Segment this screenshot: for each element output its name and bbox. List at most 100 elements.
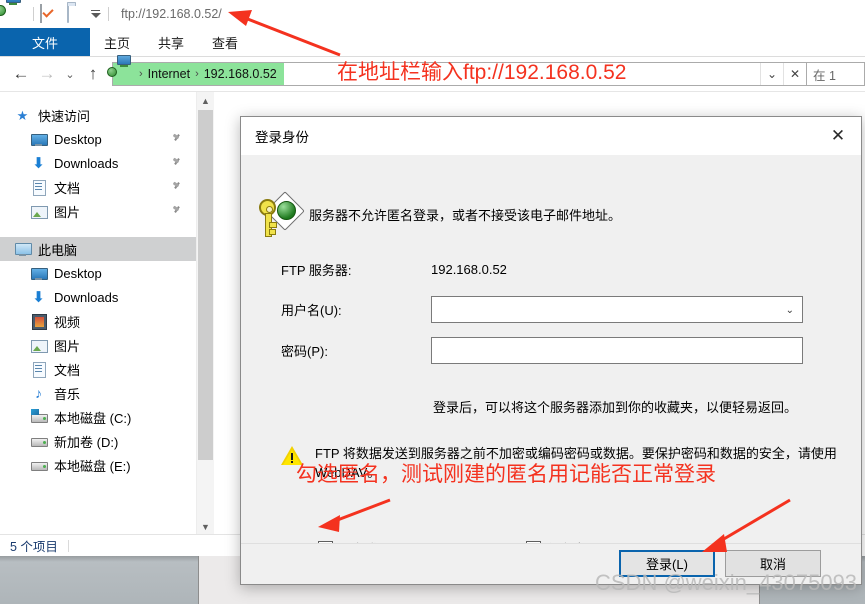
properties-checkbox-icon[interactable] — [40, 4, 58, 23]
pin-icon[interactable] — [172, 158, 182, 168]
sidebar-label: 快速访问 — [38, 108, 91, 124]
navigation-pane: ★ 快速访问 Desktop ⬇ Downloads 文档 图片 此电脑 Des… — [0, 92, 196, 535]
dialog-title-bar: 登录身份 ✕ — [241, 117, 861, 155]
sidebar-label: 文档 — [54, 180, 81, 196]
breadcrumb[interactable]: › Internet › 192.168.0.52 — [107, 54, 284, 85]
key-globe-icon — [255, 191, 305, 237]
sidebar-label: 此电脑 — [38, 242, 78, 258]
scroll-down-arrow-icon[interactable]: ▼ — [197, 518, 214, 535]
document-icon — [30, 361, 47, 378]
pin-icon[interactable] — [172, 182, 182, 192]
sidebar-item-music[interactable]: ♪ 音乐 — [0, 381, 196, 405]
system-drive-icon — [30, 408, 48, 426]
password-input[interactable] — [431, 337, 803, 364]
sidebar-item-documents[interactable]: 文档 — [0, 357, 196, 381]
sidebar-label: Downloads — [54, 289, 119, 305]
sidebar-item-pictures-qa[interactable]: 图片 — [0, 199, 196, 223]
monitor-icon — [30, 265, 48, 282]
navigation-pane-scrollbar[interactable]: ▲ ▼ — [196, 92, 214, 535]
back-arrow-icon[interactable]: ← — [8, 61, 34, 87]
breadcrumb-item-internet[interactable]: Internet — [145, 67, 193, 81]
warning-triangle-icon — [281, 446, 303, 466]
dialog-body: 服务器不允许匿名登录，或者不接受该电子邮件地址。 FTP 服务器: 192.16… — [241, 155, 861, 557]
sidebar-item-drive-c[interactable]: 本地磁盘 (C:) — [0, 405, 196, 429]
pin-icon[interactable] — [172, 134, 182, 144]
close-icon[interactable]: ✕ — [815, 117, 861, 155]
music-note-icon: ♪ — [35, 384, 42, 401]
navigation-bar: ← → ⌄ ↑ › Internet › 192.168.0.52 ⌄ ✕ 在 … — [0, 54, 865, 91]
window-path-title: ftp://192.168.0.52/ — [121, 7, 222, 21]
ftp-server-row: FTP 服务器: 192.168.0.52 — [281, 260, 841, 279]
sidebar-label: Desktop — [54, 131, 102, 147]
sidebar-label: 图片 — [54, 338, 81, 354]
drive-icon — [30, 457, 48, 474]
warning-row: FTP 将数据发送到服务器之前不加密或编码密码或数据。要保护密码和数据的安全，请… — [281, 444, 847, 482]
monitor-icon — [30, 131, 48, 148]
dialog-message-text: 服务器不允许匿名登录，或者不接受该电子邮件地址。 — [309, 208, 622, 223]
sidebar-label: 本地磁盘 (C:) — [54, 410, 132, 426]
breadcrumb-separator-2: › — [195, 68, 199, 80]
chevron-down-icon[interactable]: ⌄ — [786, 305, 794, 316]
sidebar-label: Desktop — [54, 265, 102, 281]
document-icon — [30, 179, 47, 196]
breadcrumb-separator-1: › — [139, 68, 143, 80]
username-input[interactable]: ⌄ — [431, 296, 803, 323]
address-bar[interactable]: › Internet › 192.168.0.52 ⌄ ✕ — [107, 54, 807, 86]
titlebar-divider-2 — [108, 7, 109, 21]
scroll-up-arrow-icon[interactable]: ▲ — [197, 92, 214, 109]
up-arrow-icon[interactable]: ↑ — [80, 61, 106, 87]
ftp-login-dialog: 登录身份 ✕ 服务器不允许匿名登录，或者不接受该电子邮件地址。 FTP 服务器:… — [240, 116, 862, 585]
forward-arrow-icon[interactable]: → — [34, 61, 60, 87]
screenshot-root: ftp://192.168.0.52/ 文件 主页 共享 查看 ← → ⌄ ↑ — [0, 0, 865, 604]
video-icon — [30, 313, 47, 330]
username-label: 用户名(U): — [281, 300, 431, 319]
address-dropdown-icon[interactable]: ⌄ — [760, 63, 783, 85]
sidebar-item-pictures[interactable]: 图片 — [0, 333, 196, 357]
password-label: 密码(P): — [281, 344, 328, 359]
star-pin-icon: ★ — [16, 107, 29, 123]
titlebar-divider-1 — [33, 7, 34, 21]
tab-file[interactable]: 文件 — [0, 28, 90, 56]
sidebar-item-drive-d[interactable]: 新加卷 (D:) — [0, 429, 196, 453]
sidebar-label: 图片 — [54, 204, 81, 220]
password-row: 密码(P): — [281, 337, 841, 364]
sidebar-item-documents-qa[interactable]: 文档 — [0, 175, 196, 199]
scrollbar-thumb[interactable] — [198, 110, 213, 460]
dialog-message-row: 服务器不允许匿名登录，或者不接受该电子邮件地址。 — [255, 191, 849, 237]
picture-icon — [30, 203, 48, 220]
breadcrumb-item-host[interactable]: 192.168.0.52 — [201, 67, 280, 81]
sidebar-item-downloads-qa[interactable]: ⬇ Downloads — [0, 151, 196, 175]
tab-home[interactable]: 主页 — [90, 28, 144, 56]
ftp-server-value: 192.168.0.52 — [431, 262, 507, 277]
drive-icon — [30, 433, 48, 450]
sidebar-item-quick-access[interactable]: ★ 快速访问 — [0, 103, 196, 127]
favorite-note-text: 登录后，可以将这个服务器添加到你的收藏夹，以便轻易返回。 — [433, 400, 798, 415]
sidebar-item-drive-e[interactable]: 本地磁盘 (E:) — [0, 453, 196, 477]
item-count-text: 5 个项目 — [10, 540, 58, 554]
status-divider — [67, 539, 69, 552]
sidebar-label: Downloads — [54, 155, 119, 171]
dialog-title: 登录身份 — [255, 130, 309, 145]
sidebar-label: 本地磁盘 (E:) — [54, 458, 131, 474]
ftp-server-label: FTP 服务器: — [281, 263, 352, 278]
sidebar-label: 新加卷 (D:) — [54, 434, 119, 450]
sidebar-item-this-pc[interactable]: 此电脑 — [0, 237, 196, 261]
username-label-text: 用户名(U): — [281, 303, 342, 318]
search-input[interactable]: 在 1 — [807, 62, 865, 86]
new-folder-icon[interactable] — [67, 4, 85, 23]
tab-share[interactable]: 共享 — [144, 28, 198, 56]
stop-refresh-icon[interactable]: ✕ — [783, 63, 806, 85]
tab-view[interactable]: 查看 — [198, 28, 252, 56]
sidebar-item-desktop[interactable]: Desktop — [0, 261, 196, 285]
recent-locations-caret-icon[interactable]: ⌄ — [60, 61, 80, 87]
sidebar-item-desktop-qa[interactable]: Desktop — [0, 127, 196, 151]
pin-icon[interactable] — [172, 206, 182, 216]
sidebar-item-videos[interactable]: 视频 — [0, 309, 196, 333]
picture-icon — [30, 337, 48, 354]
customize-quick-access-caret-icon[interactable] — [88, 5, 102, 23]
ribbon-tab-bar: 文件 主页 共享 查看 — [0, 28, 865, 57]
sidebar-label: 文档 — [54, 362, 81, 378]
sidebar-item-downloads[interactable]: ⬇ Downloads — [0, 285, 196, 309]
title-bar: ftp://192.168.0.52/ — [0, 0, 865, 28]
download-arrow-icon: ⬇ — [32, 288, 45, 306]
